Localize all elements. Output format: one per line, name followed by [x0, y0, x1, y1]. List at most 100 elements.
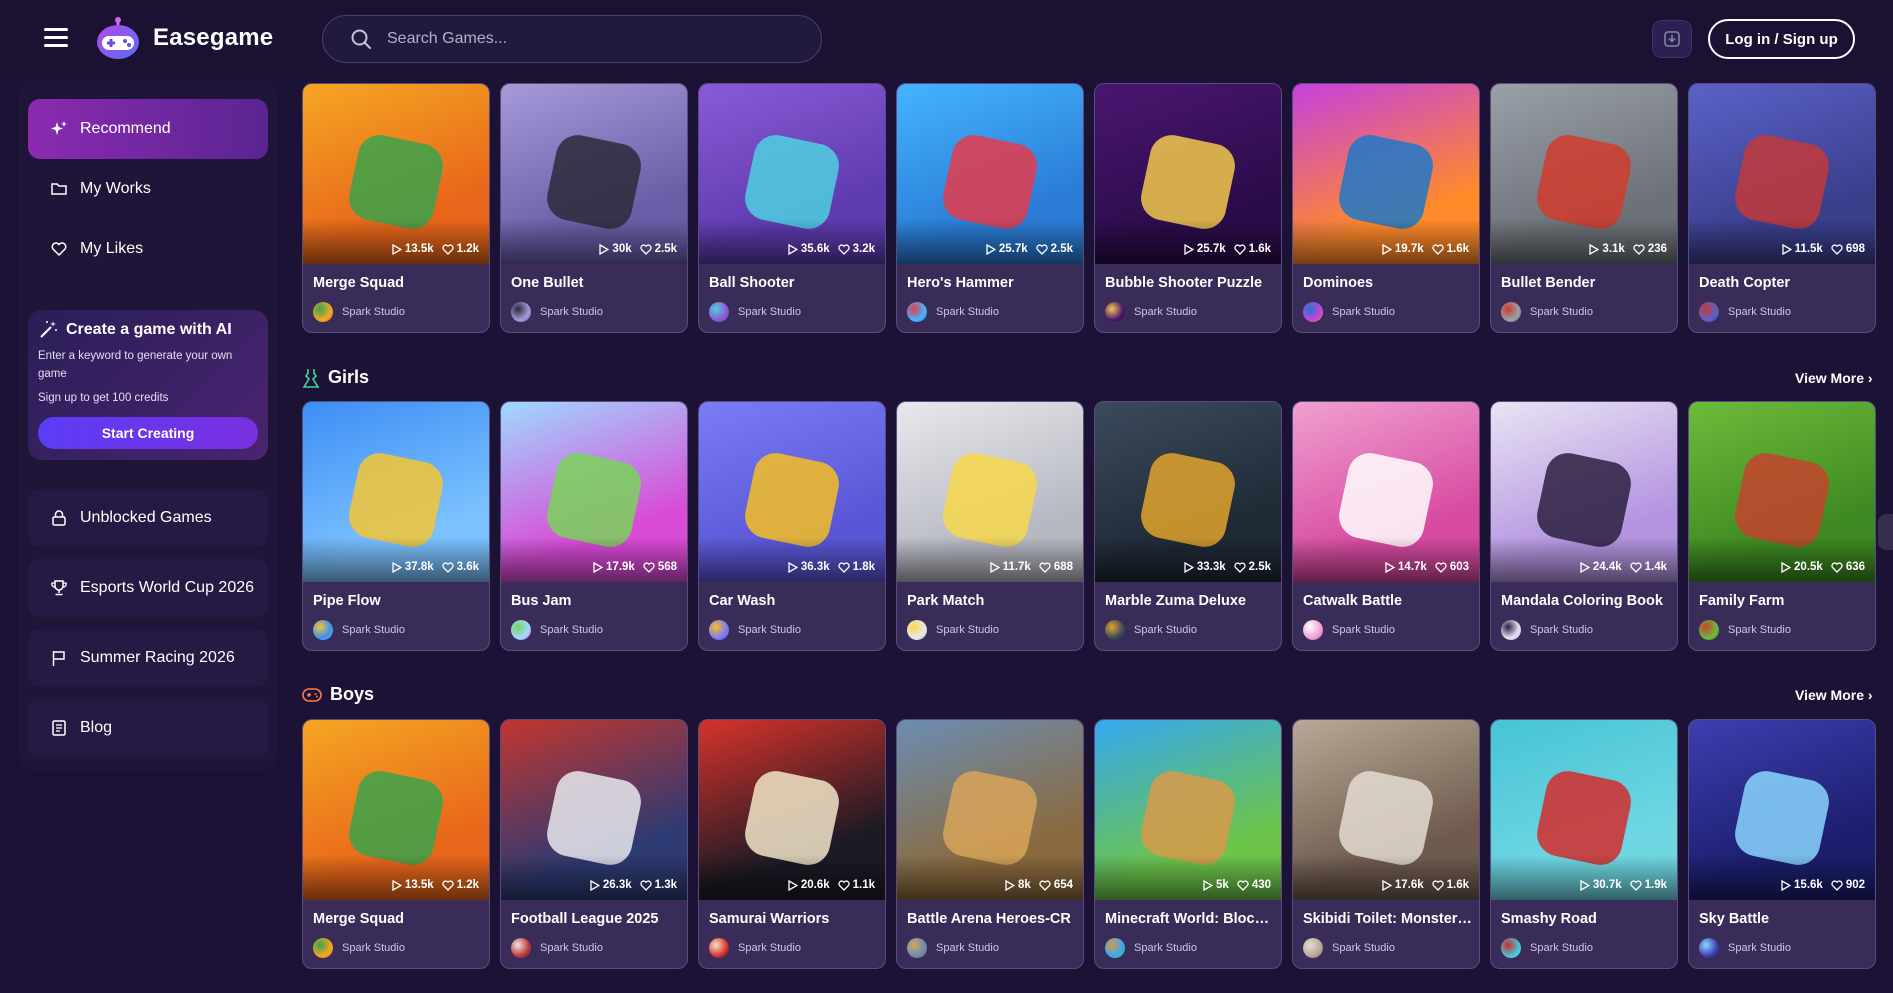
view-more-boys[interactable]: View More ›: [1795, 687, 1873, 703]
game-card[interactable]: 13.5k 1.2k Merge Squad Spark Studio: [302, 83, 490, 333]
game-card[interactable]: 5k 430 Minecraft World: Block ... Spark …: [1094, 719, 1282, 969]
game-card[interactable]: 8k 654 Battle Arena Heroes-CR Spark Stud…: [896, 719, 1084, 969]
game-card[interactable]: 17.9k 568 Bus Jam Spark Studio: [500, 401, 688, 651]
game-thumbnail[interactable]: [1095, 720, 1281, 900]
sidebar-item-summer-racing[interactable]: Summer Racing 2026: [28, 629, 268, 687]
game-card[interactable]: 14.7k 603 Catwalk Battle Spark Studio: [1292, 401, 1480, 651]
play-icon: [1005, 879, 1016, 891]
game-title[interactable]: Merge Squad: [313, 911, 483, 927]
game-title[interactable]: Skibidi Toilet: Monster ...: [1303, 911, 1473, 927]
game-thumbnail[interactable]: [1689, 84, 1875, 264]
game-card[interactable]: 17.6k 1.6k Skibidi Toilet: Monster ... S…: [1292, 719, 1480, 969]
game-card[interactable]: 11.5k 698 Death Copter Spark Studio: [1688, 83, 1876, 333]
game-card[interactable]: 15.6k 902 Sky Battle Spark Studio: [1688, 719, 1876, 969]
game-thumbnail[interactable]: [501, 402, 687, 582]
studio-name: Spark Studio: [1134, 624, 1197, 636]
game-card[interactable]: 35.6k 3.2k Ball Shooter Spark Studio: [698, 83, 886, 333]
game-title[interactable]: Marble Zuma Deluxe: [1105, 593, 1275, 609]
game-card[interactable]: 20.5k 636 Family Farm Spark Studio: [1688, 401, 1876, 651]
game-thumbnail[interactable]: [501, 720, 687, 900]
game-title[interactable]: One Bullet: [511, 275, 681, 291]
game-card[interactable]: 37.8k 3.6k Pipe Flow Spark Studio: [302, 401, 490, 651]
game-card[interactable]: 13.5k 1.2k Merge Squad Spark Studio: [302, 719, 490, 969]
game-card[interactable]: 36.3k 1.8k Car Wash Spark Studio: [698, 401, 886, 651]
view-more-girls[interactable]: View More ›: [1795, 370, 1873, 386]
game-card[interactable]: 30k 2.5k One Bullet Spark Studio: [500, 83, 688, 333]
search-bar[interactable]: [322, 15, 822, 63]
game-thumbnail[interactable]: [1095, 84, 1281, 264]
game-title[interactable]: Car Wash: [709, 593, 879, 609]
game-thumbnail[interactable]: [1689, 720, 1875, 900]
thumbnail-accent: [1730, 766, 1834, 870]
play-count: 36.3k: [800, 561, 830, 573]
game-card[interactable]: 26.3k 1.3k Football League 2025 Spark St…: [500, 719, 688, 969]
game-title[interactable]: Football League 2025: [511, 911, 681, 927]
game-card[interactable]: 33.3k 2.5k Marble Zuma Deluxe Spark Stud…: [1094, 401, 1282, 651]
logo-icon[interactable]: [94, 14, 142, 62]
menu-icon[interactable]: [44, 28, 68, 48]
game-title[interactable]: Catwalk Battle: [1303, 593, 1473, 609]
game-title[interactable]: Ball Shooter: [709, 275, 879, 291]
game-title[interactable]: Mandala Coloring Book: [1501, 593, 1671, 609]
game-title[interactable]: Bubble Shooter Puzzle: [1105, 275, 1275, 291]
game-thumbnail[interactable]: [897, 720, 1083, 900]
thumbnail-accent: [1136, 130, 1240, 234]
avatar: [1303, 302, 1323, 322]
game-title[interactable]: Bus Jam: [511, 593, 681, 609]
game-thumbnail[interactable]: [303, 84, 489, 264]
game-thumbnail[interactable]: [1689, 402, 1875, 582]
like-count: 1.3k: [654, 879, 677, 891]
game-thumbnail[interactable]: [303, 402, 489, 582]
sidebar-item-my-likes[interactable]: My Likes: [28, 219, 268, 279]
game-thumbnail[interactable]: [1491, 84, 1677, 264]
feedback-tab[interactable]: [1878, 514, 1893, 550]
game-title[interactable]: Sky Battle: [1699, 911, 1869, 927]
sidebar-item-esports-world-cup[interactable]: Esports World Cup 2026: [28, 559, 268, 617]
game-thumbnail[interactable]: [897, 402, 1083, 582]
game-title[interactable]: Merge Squad: [313, 275, 483, 291]
game-thumbnail[interactable]: [501, 84, 687, 264]
game-thumbnail[interactable]: [699, 84, 885, 264]
game-card[interactable]: 25.7k 2.5k Hero's Hammer Spark Studio: [896, 83, 1084, 333]
game-thumbnail[interactable]: [699, 720, 885, 900]
game-card[interactable]: 30.7k 1.9k Smashy Road Spark Studio: [1490, 719, 1678, 969]
game-title[interactable]: Death Copter: [1699, 275, 1869, 291]
game-title[interactable]: Smashy Road: [1501, 911, 1671, 927]
game-thumbnail[interactable]: [699, 402, 885, 582]
game-title[interactable]: Samurai Warriors: [709, 911, 879, 927]
sidebar-item-unblocked-games[interactable]: Unblocked Games: [28, 489, 268, 547]
login-signup-button[interactable]: Log in / Sign up: [1708, 19, 1855, 59]
sidebar-item-blog[interactable]: Blog: [28, 699, 268, 757]
game-title[interactable]: Battle Arena Heroes-CR: [907, 911, 1077, 927]
game-thumbnail[interactable]: [1491, 402, 1677, 582]
game-card[interactable]: 24.4k 1.4k Mandala Coloring Book Spark S…: [1490, 401, 1678, 651]
game-title[interactable]: Dominoes: [1303, 275, 1473, 291]
game-card[interactable]: 19.7k 1.6k Dominoes Spark Studio: [1292, 83, 1480, 333]
start-creating-button[interactable]: Start Creating: [38, 417, 258, 449]
game-thumbnail[interactable]: [1095, 402, 1281, 582]
game-title[interactable]: Pipe Flow: [313, 593, 483, 609]
game-card[interactable]: 3.1k 236 Bullet Bender Spark Studio: [1490, 83, 1678, 333]
game-card[interactable]: 25.7k 1.6k Bubble Shooter Puzzle Spark S…: [1094, 83, 1282, 333]
game-thumbnail[interactable]: [1491, 720, 1677, 900]
sidebar-item-my-works[interactable]: My Works: [28, 159, 268, 219]
game-title[interactable]: Minecraft World: Block ...: [1105, 911, 1275, 927]
sidebar-item-recommend[interactable]: Recommend: [28, 99, 268, 159]
game-card[interactable]: 11.7k 688 Park Match Spark Studio: [896, 401, 1084, 651]
game-thumbnail[interactable]: [1293, 84, 1479, 264]
game-thumbnail[interactable]: [897, 84, 1083, 264]
download-button[interactable]: [1652, 20, 1692, 58]
game-thumbnail[interactable]: [303, 720, 489, 900]
game-title[interactable]: Park Match: [907, 593, 1077, 609]
search-input[interactable]: [387, 30, 787, 48]
game-title[interactable]: Family Farm: [1699, 593, 1869, 609]
game-thumbnail[interactable]: [1293, 720, 1479, 900]
game-stats: 11.5k 698: [1773, 243, 1865, 255]
game-title[interactable]: Hero's Hammer: [907, 275, 1077, 291]
brand-name[interactable]: Easegame: [153, 24, 273, 52]
game-thumbnail[interactable]: [1293, 402, 1479, 582]
studio-name: Spark Studio: [1332, 624, 1395, 636]
game-card[interactable]: 20.6k 1.1k Samurai Warriors Spark Studio: [698, 719, 886, 969]
gamepad-icon: [302, 687, 322, 702]
game-title[interactable]: Bullet Bender: [1501, 275, 1671, 291]
